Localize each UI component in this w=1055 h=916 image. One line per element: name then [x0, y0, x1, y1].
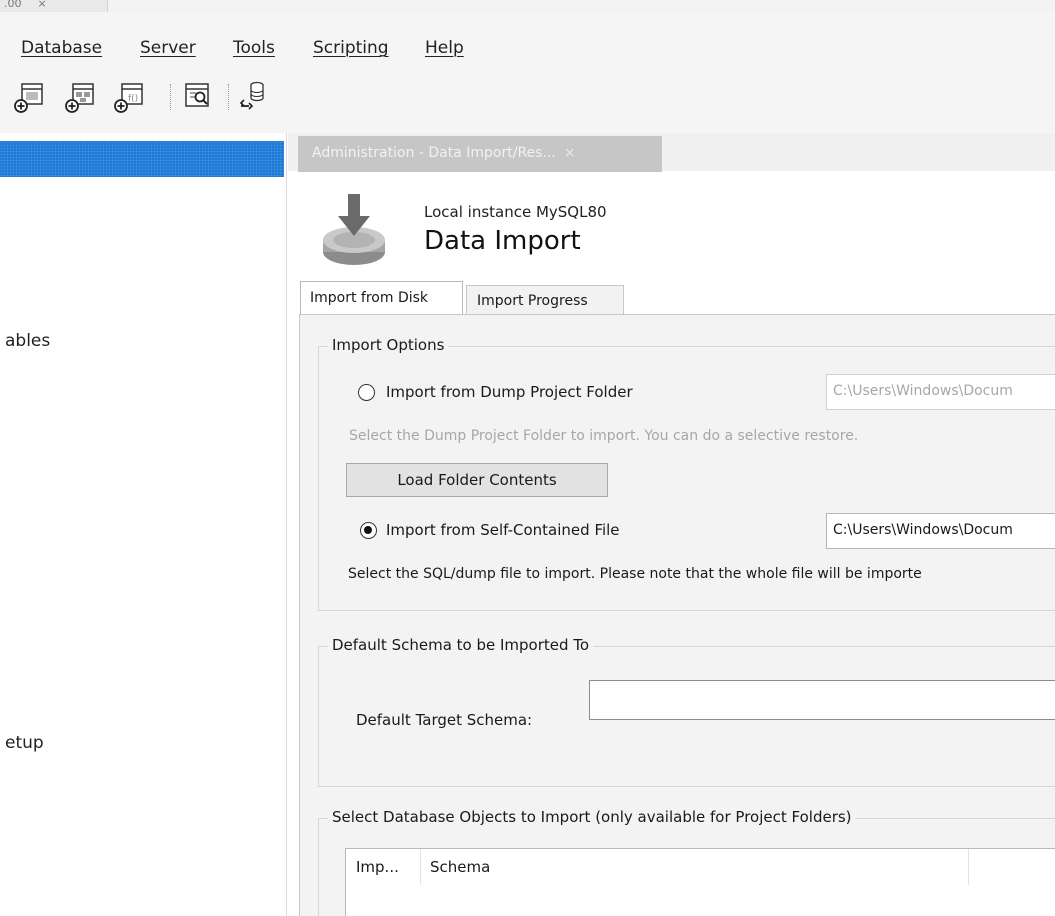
open-sql-script-icon[interactable] — [65, 80, 97, 114]
new-sql-tab-icon[interactable] — [14, 80, 46, 114]
dump-folder-hint: Select the Dump Project Folder to import… — [349, 428, 859, 444]
create-function-icon[interactable]: f() — [114, 80, 146, 114]
menu-database[interactable]: Database — [21, 38, 102, 58]
navigator-panel: ables etup — [0, 133, 287, 916]
self-contained-file-label[interactable]: Import from Self-Contained File — [386, 521, 620, 539]
title-strip — [0, 0, 1055, 12]
default-schema-legend: Default Schema to be Imported To — [328, 636, 594, 654]
menu-help[interactable]: Help — [425, 38, 464, 58]
database-objects-legend: Select Database Objects to Import (only … — [328, 808, 856, 826]
page-title: Data Import — [424, 226, 581, 256]
default-target-schema-label: Default Target Schema: — [356, 711, 533, 729]
navigator-item-setup[interactable]: etup — [5, 733, 44, 753]
navigator-item-tables[interactable]: ables — [5, 331, 50, 351]
svg-text:f(): f() — [128, 94, 138, 104]
self-contained-file-radio[interactable] — [360, 522, 377, 539]
admin-data-import-tab[interactable]: Administration - Data Import/Res... × — [298, 136, 662, 172]
column-separator — [420, 849, 421, 885]
column-header-schema[interactable]: Schema — [430, 858, 490, 876]
dump-folder-radio[interactable] — [358, 384, 375, 401]
default-target-schema-input[interactable] — [589, 680, 1055, 720]
menu-server[interactable]: Server — [140, 38, 196, 58]
load-folder-contents-button[interactable]: Load Folder Contents — [346, 463, 608, 497]
admin-tab-label: Administration - Data Import/Res... — [312, 145, 556, 161]
menu-tools[interactable]: Tools — [233, 38, 275, 58]
reconnect-database-icon[interactable] — [238, 80, 270, 114]
import-options-legend: Import Options — [328, 336, 449, 354]
tab-close-icon[interactable]: × — [564, 145, 576, 161]
navigator-header — [0, 141, 284, 177]
tab-import-from-disk[interactable]: Import from Disk — [300, 281, 463, 314]
menu-bar: Database Server Tools Scripting Help — [0, 12, 1055, 78]
self-contained-file-hint: Select the SQL/dump file to import. Plea… — [348, 566, 922, 582]
tab-import-progress[interactable]: Import Progress — [466, 285, 624, 314]
toolbar — [0, 78, 1055, 133]
self-contained-file-path-field[interactable]: C:\Users\Windows\Docum — [826, 513, 1055, 549]
toolbar-separator — [170, 84, 171, 110]
column-header-import[interactable]: Imp... — [356, 858, 399, 876]
instance-label: Local instance MySQL80 — [424, 203, 607, 221]
window-tab-label: .00 — [4, 0, 22, 10]
inspect-object-icon[interactable] — [181, 80, 213, 114]
column-separator — [968, 849, 969, 885]
toolbar-separator — [228, 84, 229, 110]
dump-folder-path-field[interactable]: C:\Users\Windows\Docum — [826, 374, 1055, 410]
radio-selected-dot — [364, 526, 372, 534]
menu-scripting[interactable]: Scripting — [313, 38, 389, 58]
window-tab-close-icon[interactable]: × — [38, 0, 47, 10]
window-tab[interactable]: .00 × — [0, 0, 108, 12]
data-import-icon — [323, 194, 385, 265]
dump-folder-label[interactable]: Import from Dump Project Folder — [386, 383, 633, 401]
